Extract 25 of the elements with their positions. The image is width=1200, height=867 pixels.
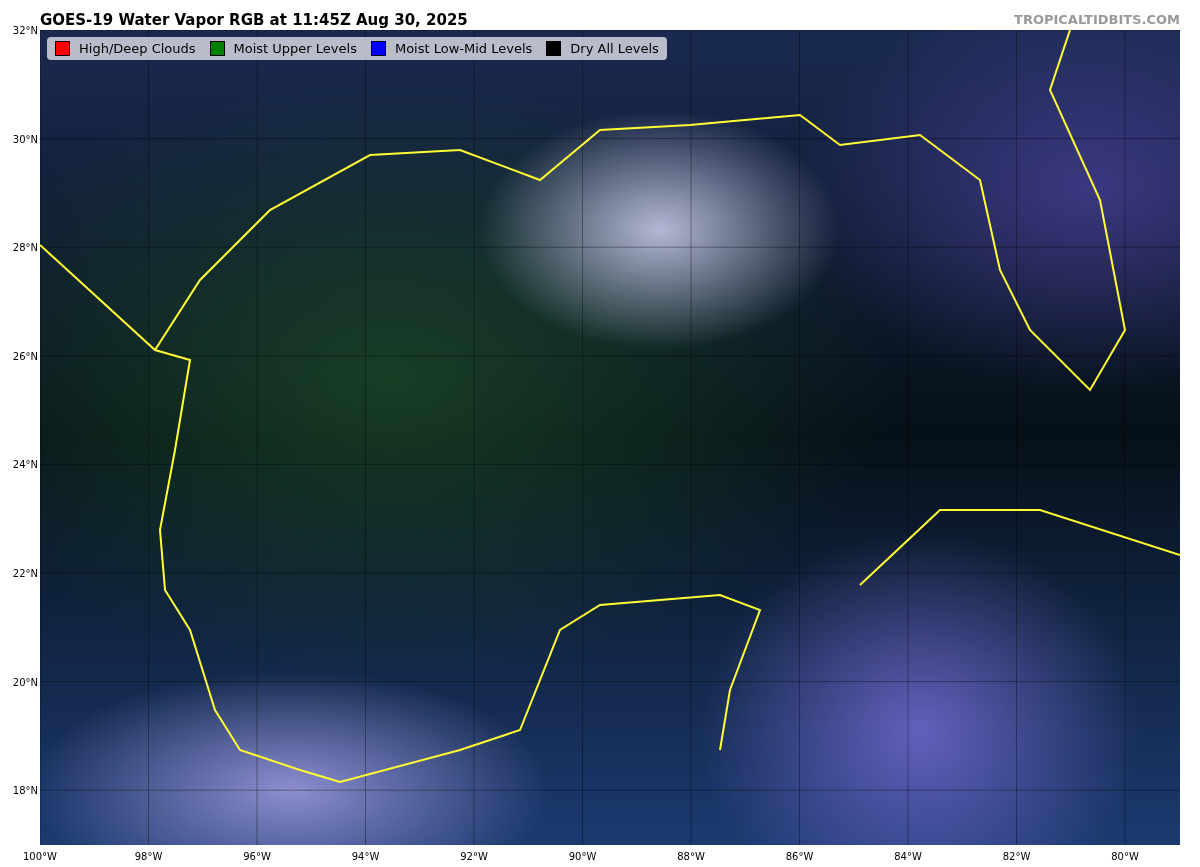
latitude-label: 18°N [12, 784, 38, 796]
latitude-label: 32°N [12, 24, 38, 36]
latitude-label: 26°N [12, 350, 38, 362]
legend-label: Moist Upper Levels [233, 41, 357, 56]
latitude-label: 22°N [12, 567, 38, 579]
latitude-label: 30°N [12, 133, 38, 145]
legend-label: High/Deep Clouds [79, 41, 196, 56]
longitude-label: 98°W [134, 851, 163, 862]
longitude-label: 92°W [460, 851, 488, 862]
longitude-label: 96°W [243, 851, 271, 862]
longitude-label: 86°W [785, 851, 814, 862]
figure-title: GOES-19 Water Vapor RGB at 11:45Z Aug 30, 2025 [40, 10, 468, 29]
legend-label: Dry All Levels [570, 41, 659, 56]
site-credit: TROPICALTIDBITS.COM [1014, 12, 1180, 27]
longitude-label: 100°W [23, 851, 57, 862]
latitude-label: 28°N [12, 241, 38, 253]
longitude-label: 84°W [894, 851, 922, 862]
latitude-label: 20°N [12, 676, 38, 688]
latitude-label: 24°N [12, 458, 38, 470]
longitude-label: 90°W [568, 851, 597, 862]
legend-label: Moist Low-Mid Levels [394, 41, 533, 56]
longitude-label: 80°W [1111, 851, 1139, 862]
longitude-label: 94°W [351, 851, 380, 862]
longitude-label: 82°W [1002, 851, 1031, 862]
longitude-label: 88°W [677, 851, 705, 862]
